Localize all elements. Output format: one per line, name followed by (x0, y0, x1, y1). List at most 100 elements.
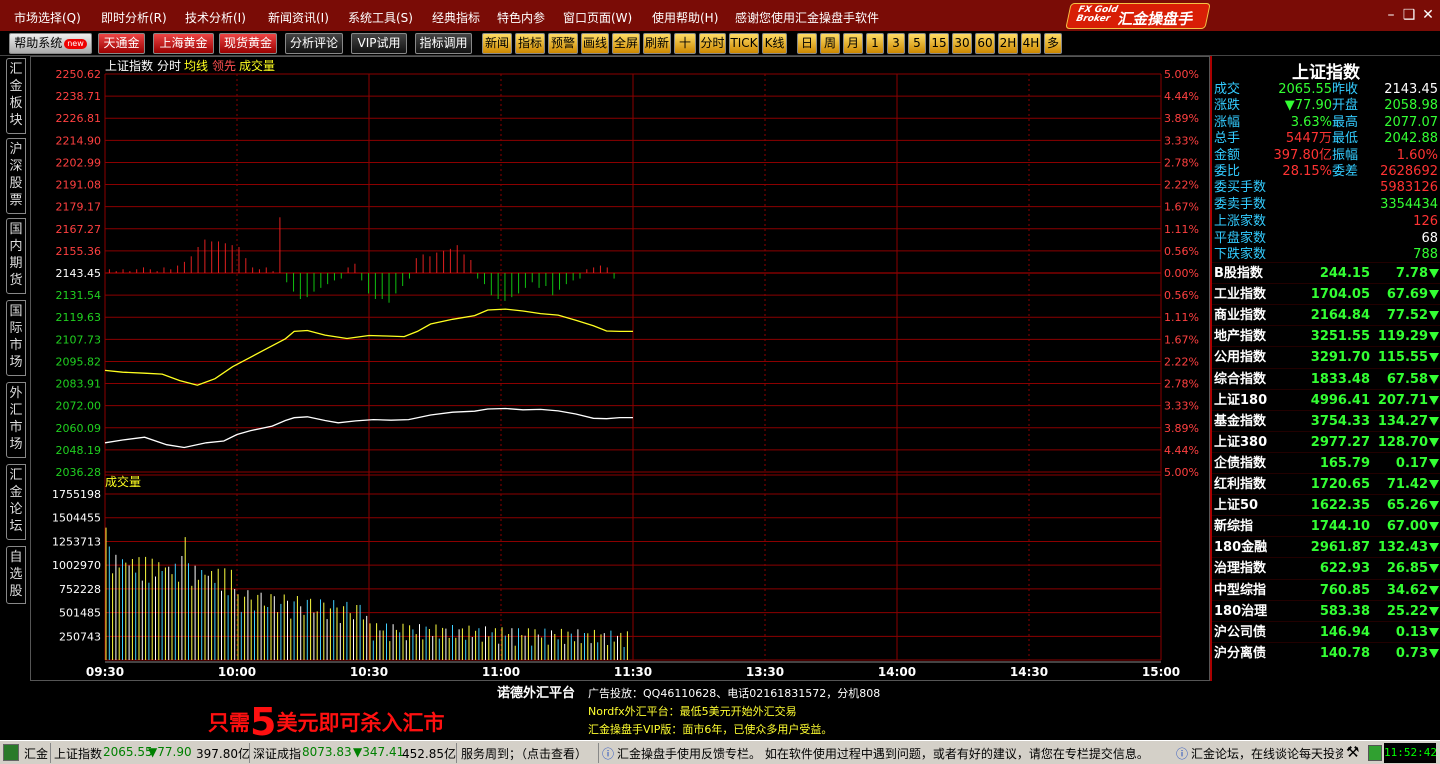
menu-technical-analysis[interactable]: 技术分析(I) (185, 9, 246, 26)
period-60-button[interactable]: 60 (975, 33, 995, 54)
tools-icon[interactable]: ⚒ (1346, 743, 1359, 761)
menu-market-select[interactable]: 市场选择(Q) (14, 9, 81, 26)
index-price: 2164.84 (1310, 308, 1370, 324)
period-2h-button[interactable]: 2H (998, 33, 1018, 54)
index-row[interactable]: 上证180 4996.41 207.71 (1212, 388, 1440, 410)
pct-tick-label: 5.00% (1164, 68, 1199, 81)
index-row[interactable]: 商业指数 2164.84 77.52 (1212, 304, 1440, 325)
index-row[interactable]: 沪分离债 140.78 0.73 (1212, 641, 1440, 663)
period-3-button[interactable]: 3 (887, 33, 905, 54)
shanghai-gold-button[interactable]: 上海黄金 (153, 33, 214, 54)
status-service-link[interactable]: 服务周到；（点击查看） (461, 745, 587, 762)
breadth-label: 上涨家数 (1214, 214, 1267, 230)
tab-watchlist[interactable]: 自选股 (6, 546, 26, 604)
period-day-button[interactable]: 日 (797, 33, 817, 54)
index-row[interactable]: 中型综指 760.85 34.62 (1212, 578, 1440, 600)
quote-value: 5447万 (1285, 131, 1332, 147)
quote-value: ▼77.90 (1284, 98, 1332, 114)
breadth-row: 下跌家数 788 (1212, 247, 1440, 263)
news-button[interactable]: 新闻 (482, 33, 512, 54)
index-row[interactable]: 地产指数 3251.55 119.29 (1212, 325, 1440, 346)
index-name: 企债指数 (1214, 455, 1267, 471)
index-name: 180金融 (1214, 540, 1268, 556)
index-change: 25.22 (1386, 603, 1428, 619)
period-1-button[interactable]: 1 (866, 33, 884, 54)
pct-tick-label: 3.89% (1164, 422, 1199, 435)
menu-help[interactable]: 使用帮助(H) (652, 9, 718, 26)
index-name: 上证180 (1214, 392, 1268, 408)
status-sz-price: 8073.83 (302, 745, 352, 759)
intraday-button[interactable]: 分时 (699, 33, 726, 54)
index-row[interactable]: 企债指数 165.79 0.17 (1212, 451, 1440, 473)
index-row[interactable]: 沪公司债 146.94 0.13 (1212, 620, 1440, 642)
index-row[interactable]: 上证50 1622.35 65.26 (1212, 494, 1440, 515)
index-row[interactable]: 基金指数 3754.33 134.27 (1212, 409, 1440, 431)
app-icon[interactable] (3, 744, 19, 761)
index-name: 180治理 (1214, 603, 1268, 619)
alert-button[interactable]: 预警 (548, 33, 578, 54)
index-row[interactable]: 上证380 2977.27 128.70 (1212, 430, 1440, 452)
menu-window[interactable]: 窗口页面(W) (563, 9, 632, 26)
index-row[interactable]: 工业指数 1704.05 67.69 (1212, 283, 1440, 304)
tab-hushen-stocks[interactable]: 沪深股票 (6, 138, 26, 214)
period-30-button[interactable]: 30 (952, 33, 972, 54)
order-label: 委卖手数 (1214, 196, 1267, 212)
index-name: 沪分离债 (1214, 645, 1267, 661)
period-5-button[interactable]: 5 (908, 33, 926, 54)
tab-forex-market[interactable]: 外汇市场 (6, 382, 26, 458)
tiantong-gold-button[interactable]: 天通金 (98, 33, 145, 54)
tick-button[interactable]: TICK (729, 33, 759, 54)
ad-line-3[interactable]: 汇金操盘手VIP版：面市6年，已使众多用户受益。 (588, 721, 832, 737)
menu-classic-indicators[interactable]: 经典指标 (432, 9, 480, 26)
close-icon[interactable]: ✕ (1419, 6, 1437, 24)
indicator-button[interactable]: 指标 (515, 33, 545, 54)
minimize-icon[interactable]: – (1382, 6, 1400, 24)
price-tick-label: 2226.81 (56, 112, 102, 125)
index-name: 地产指数 (1214, 329, 1267, 345)
ad-platform-name[interactable]: 诺德外汇平台 (497, 682, 575, 701)
menu-system-tools[interactable]: 系统工具(S) (348, 9, 413, 26)
volume-tick-label: 250743 (59, 630, 101, 643)
period-week-button[interactable]: 周 (820, 33, 840, 54)
tab-international-market[interactable]: 国际市场 (6, 300, 26, 376)
index-row[interactable]: 180金融 2961.87 132.43 (1212, 536, 1440, 557)
ad-slogan-part-a: 只需 (208, 711, 250, 735)
kline-button[interactable]: K线 (762, 33, 787, 54)
ad-line-2[interactable]: Nordfx外汇平台：最低5美元开始外汇交易 (588, 703, 797, 719)
status-forum-link[interactable]: 汇金论坛，在线谈论每天投资 (1191, 745, 1343, 762)
help-system-button[interactable]: 帮助系统 new (9, 33, 92, 54)
time-tick-label: 10:30 (350, 665, 388, 679)
index-row[interactable]: 公用指数 3291.70 115.55 (1212, 346, 1440, 367)
period-15-button[interactable]: 15 (929, 33, 949, 54)
analysis-comment-button[interactable]: 分析评论 (285, 33, 343, 54)
menu-realtime-analysis[interactable]: 即时分析(R) (101, 9, 167, 26)
draw-line-button[interactable]: 画线 (581, 33, 609, 54)
tab-huijin-forum[interactable]: 汇金论坛 (6, 464, 26, 540)
index-row[interactable]: 新综指 1744.10 67.00 (1212, 515, 1440, 536)
crosshair-button[interactable]: 十 (674, 33, 696, 54)
period-month-button[interactable]: 月 (843, 33, 863, 54)
index-row[interactable]: 红利指数 1720.65 71.42 (1212, 473, 1440, 494)
index-row[interactable]: 综合指数 1833.48 67.58 (1212, 367, 1440, 389)
restore-icon[interactable]: ❑ (1400, 6, 1418, 24)
indicator-call-button[interactable]: 指标调用 (415, 33, 472, 54)
intraday-chart[interactable]: 2250.62 5.00% 2238.71 4.44% 2226.81 3.89% 2214… (31, 57, 1209, 680)
status-sh-name[interactable]: 上证指数 (54, 745, 102, 762)
vip-trial-button[interactable]: VIP试用 (351, 33, 407, 54)
menu-news[interactable]: 新闻资讯(I) (268, 9, 329, 26)
index-row[interactable]: B股指数 244.15 7.78 (1212, 262, 1440, 283)
index-row[interactable]: 180治理 583.38 25.22 (1212, 599, 1440, 621)
refresh-button[interactable]: 刷新 (643, 33, 671, 54)
fullscreen-button[interactable]: 全屏 (612, 33, 640, 54)
status-sz-name[interactable]: 深证成指 (253, 745, 301, 762)
tab-domestic-futures[interactable]: 国内期货 (6, 218, 26, 294)
ad-area[interactable]: 只需5美元即可杀入汇市 诺德外汇平台 广告投放：QQ46110628、电话021… (0, 681, 1440, 744)
period-4h-button[interactable]: 4H (1021, 33, 1041, 54)
spot-gold-button[interactable]: 现货黄金 (219, 33, 277, 54)
index-row[interactable]: 治理指数 622.93 26.85 (1212, 557, 1440, 578)
ad-slogan[interactable]: 只需5美元即可杀入汇市 (208, 700, 444, 744)
period-multi-button[interactable]: 多 (1044, 33, 1062, 54)
tab-huijin-sector[interactable]: 汇金板块 (6, 58, 26, 134)
menu-featured[interactable]: 特色内参 (497, 9, 545, 26)
status-notice[interactable]: 汇金操盘手使用反馈专栏。 如在软件使用过程中遇到问题，或者有好的建议，请您在专栏… (617, 745, 1175, 762)
